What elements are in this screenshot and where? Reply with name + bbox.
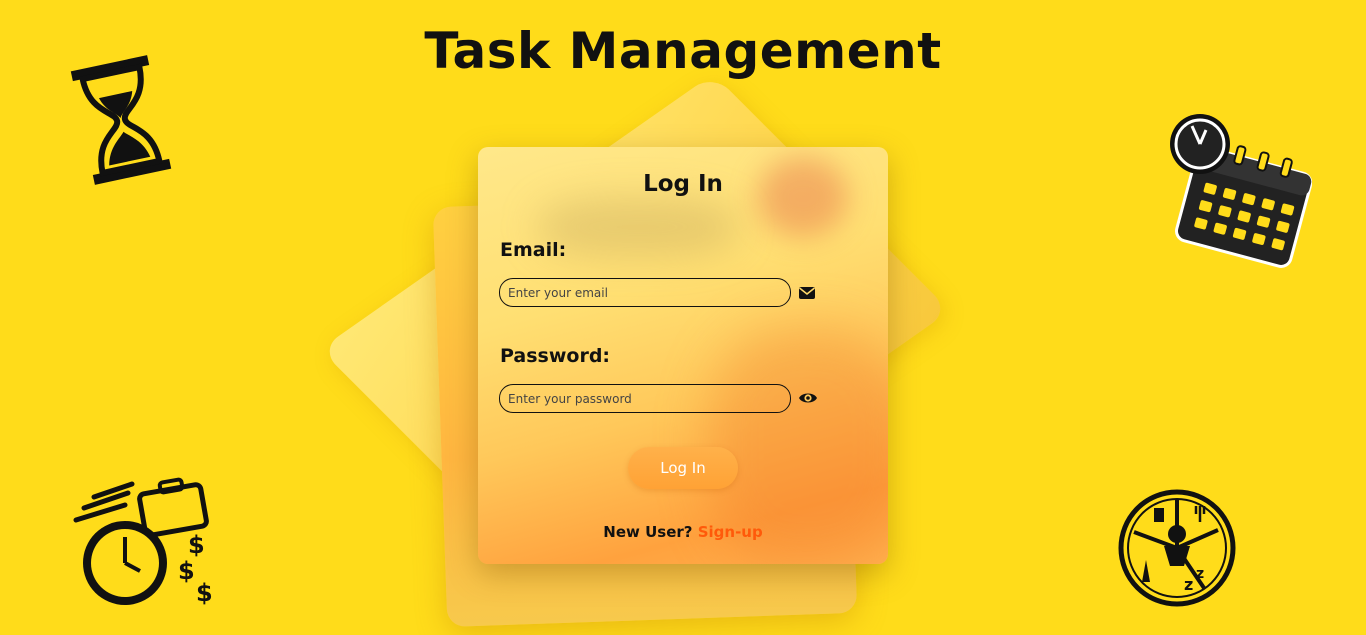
signup-link[interactable]: Sign-up — [698, 523, 763, 541]
password-field[interactable] — [499, 384, 791, 413]
card-glow — [758, 157, 848, 237]
email-field[interactable] — [499, 278, 791, 307]
eye-icon[interactable] — [798, 389, 818, 407]
clock-calendar-icon — [1170, 114, 1312, 268]
svg-text:z: z — [1184, 575, 1193, 594]
login-button[interactable]: Log In — [628, 447, 738, 489]
daily-routine-icon: z z — [1118, 489, 1236, 607]
new-user-text: New User? — [603, 523, 693, 541]
password-label: Password: — [500, 345, 611, 367]
svg-text:$: $ — [178, 557, 195, 585]
envelope-icon — [799, 287, 815, 299]
svg-text:$: $ — [188, 531, 205, 559]
login-card: Log In Email: Password: Log In New User?… — [478, 147, 888, 564]
email-label: Email: — [500, 239, 567, 261]
hourglass-icon — [70, 55, 172, 185]
svg-text:z: z — [1196, 566, 1204, 582]
login-title: Log In — [643, 171, 723, 197]
time-money-icon: $ $ $ — [73, 477, 213, 607]
signup-row: New User? Sign-up — [478, 523, 888, 541]
card-glow — [538, 197, 738, 257]
svg-text:$: $ — [196, 579, 213, 607]
page-title: Task Management — [424, 22, 942, 80]
